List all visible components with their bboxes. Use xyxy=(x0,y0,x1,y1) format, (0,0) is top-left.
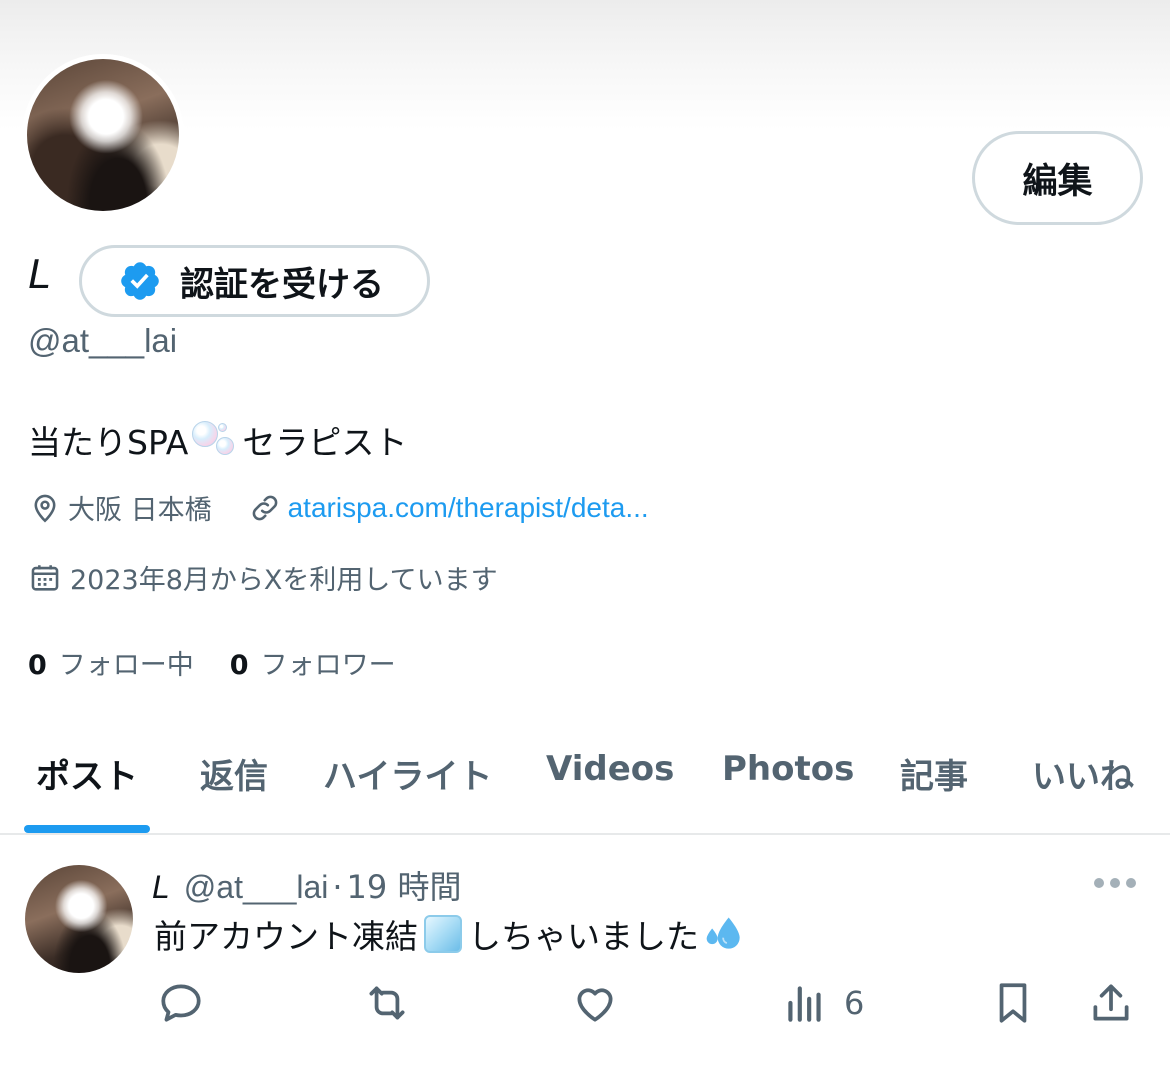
post-avatar[interactable] xyxy=(25,865,133,973)
bio-text-post: セラピスト xyxy=(242,423,408,462)
bio-text-pre: 当たりSPA xyxy=(28,423,189,462)
views-icon xyxy=(788,986,821,1022)
profile-meta: 大阪 日本橋 atarispa.com/therapist/deta... xyxy=(28,488,649,527)
calendar-icon xyxy=(31,564,59,591)
followers-link[interactable]: 0 フォロワー xyxy=(230,643,396,682)
bookmark-icon xyxy=(999,983,1027,1023)
share-button[interactable] xyxy=(1086,978,1136,1028)
joined-text: 2023年8月からXを利用しています xyxy=(70,565,498,596)
post-author-handle[interactable]: @at___lai xyxy=(184,869,329,906)
post-text: 前アカウント凍結 しちゃいました xyxy=(154,910,747,958)
profile-avatar[interactable] xyxy=(22,54,184,216)
tab-highlights[interactable]: ハイライト xyxy=(323,749,492,798)
reply-icon xyxy=(161,984,201,1022)
like-button[interactable] xyxy=(570,978,620,1028)
post-separator: · xyxy=(332,868,343,906)
get-verified-label: 認証を受ける xyxy=(180,264,384,305)
views-button[interactable]: 6 xyxy=(780,978,864,1028)
active-tab-indicator xyxy=(24,825,150,833)
bookmark-button[interactable] xyxy=(988,978,1038,1028)
tab-videos[interactable]: Videos xyxy=(546,749,674,789)
following-link[interactable]: 0 フォロー中 xyxy=(28,643,194,682)
bubbles-emoji xyxy=(192,417,238,463)
post-text-pre: 前アカウント凍結 xyxy=(154,917,418,956)
tab-photos[interactable]: Photos xyxy=(722,749,854,789)
reply-button[interactable] xyxy=(156,978,206,1028)
location-text: 大阪 日本橋 xyxy=(68,495,212,526)
followers-label: フォロワー xyxy=(260,650,396,681)
link-icon xyxy=(252,495,277,520)
following-count: 0 xyxy=(28,650,47,681)
tab-articles[interactable]: 記事 xyxy=(900,749,968,798)
views-count: 6 xyxy=(844,984,865,1022)
website-link[interactable]: atarispa.com/therapist/deta... xyxy=(288,492,649,524)
post-text-post: しちゃいました xyxy=(468,917,699,956)
edit-profile-button[interactable]: 編集 xyxy=(972,131,1143,225)
repost-icon xyxy=(369,986,405,1020)
location-icon xyxy=(34,494,56,522)
profile-avatar-image xyxy=(27,59,179,211)
tab-likes[interactable]: いいね xyxy=(1032,749,1134,798)
profile-tabs: ポスト 返信 ハイライト Videos Photos 記事 いいね xyxy=(0,735,1170,835)
profile-handle: @at___lai xyxy=(28,322,178,359)
post-time[interactable]: 19 時間 xyxy=(347,862,462,908)
ice-cube-emoji xyxy=(424,915,462,953)
share-icon xyxy=(1093,984,1129,1021)
repost-button[interactable] xyxy=(362,978,412,1028)
tab-posts[interactable]: ポスト xyxy=(36,749,138,798)
more-icon[interactable] xyxy=(1094,868,1140,898)
following-label: フォロー中 xyxy=(58,650,194,681)
post-author-name[interactable]: L xyxy=(152,869,170,906)
post-actions: 6 xyxy=(0,970,1170,1034)
follow-stats: 0 フォロー中 0 フォロワー xyxy=(28,643,396,682)
tab-replies[interactable]: 返信 xyxy=(200,749,268,798)
followers-count: 0 xyxy=(229,650,249,681)
sweat-droplets-emoji xyxy=(706,917,740,949)
post-header: L @at___lai · 19 時間 xyxy=(152,862,461,908)
tabs-divider xyxy=(0,833,1170,835)
verified-badge-icon xyxy=(121,262,159,300)
like-icon xyxy=(577,988,613,1022)
profile-name: L xyxy=(28,250,52,297)
get-verified-button[interactable]: 認証を受ける xyxy=(79,245,430,317)
profile-bio: 当たりSPA セラピスト xyxy=(28,416,407,464)
joined-date: 2023年8月からXを利用しています xyxy=(28,558,498,597)
